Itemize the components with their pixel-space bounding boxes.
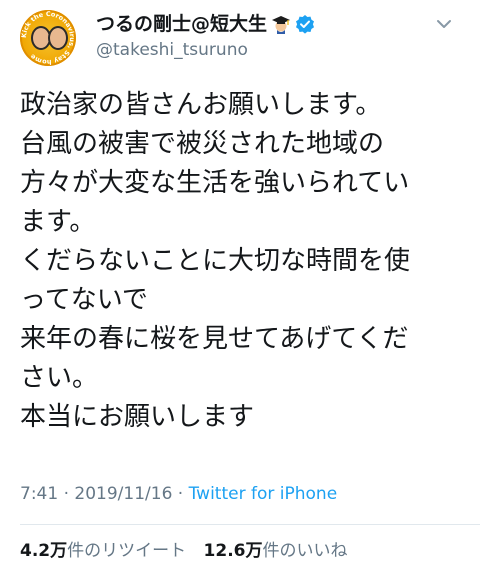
display-name[interactable]: つるの剛士@短大生 (96, 12, 267, 36)
tweet-source-link[interactable]: Twitter for iPhone (189, 484, 338, 504)
meta-separator: · (58, 484, 75, 504)
avatar[interactable]: Kick the Coronavirus, Stay home (20, 10, 76, 66)
tweet-line: さい。 (20, 363, 99, 393)
likes-stat[interactable]: 12.6万件のいいね (204, 541, 348, 561)
meta-separator: · (172, 484, 189, 504)
tweet-line: 台風の被害で被災された地域の (20, 129, 385, 159)
tweet-line: 方々が大変な生活を強いられてい (20, 168, 410, 198)
retweets-label: 件のリツイート (67, 541, 187, 561)
tweet-line: 政治家の皆さんお願いします。 (20, 90, 382, 120)
display-name-row[interactable]: つるの剛士@短大生 (96, 12, 315, 36)
tweet-line: くだらないことに大切な時間を使 (20, 246, 411, 276)
tweet-line: 本当にお願いします (20, 402, 255, 432)
graduation-cap-icon (271, 14, 291, 34)
retweets-count: 4.2万 (20, 541, 68, 561)
likes-label: 件のいいね (262, 541, 348, 561)
verified-badge-icon (295, 14, 315, 34)
tweet-meta: 7:41 · 2019/11/16 · Twitter for iPhone (20, 484, 337, 504)
chevron-down-icon[interactable] (432, 12, 456, 36)
likes-count: 12.6万 (203, 541, 263, 561)
user-handle[interactable]: @takeshi_tsuruno (96, 38, 315, 62)
tweet-stats: 4.2万件のリツイート 12.6万件のいいね (20, 536, 359, 561)
user-names: つるの剛士@短大生 @takeshi_tsuruno (96, 12, 315, 62)
tweet-time: 7:41 (20, 484, 59, 504)
divider (20, 524, 480, 525)
face-right-icon (48, 26, 68, 50)
tweet-line: 来年の春に桜を見せてあげてくだ (20, 324, 409, 354)
tweet-date: 2019/11/16 (74, 484, 173, 504)
retweets-stat[interactable]: 4.2万件のリツイート (20, 541, 186, 561)
tweet-text: 政治家の皆さんお願いします。 台風の被害で被災された地域の 方々が大変な生活を強… (20, 86, 460, 437)
tweet-header: Kick the Coronavirus, Stay home つるの剛士@短大… (20, 10, 460, 66)
tweet-line: ます。 (20, 207, 96, 237)
tweet-line: ってないで (20, 285, 148, 315)
